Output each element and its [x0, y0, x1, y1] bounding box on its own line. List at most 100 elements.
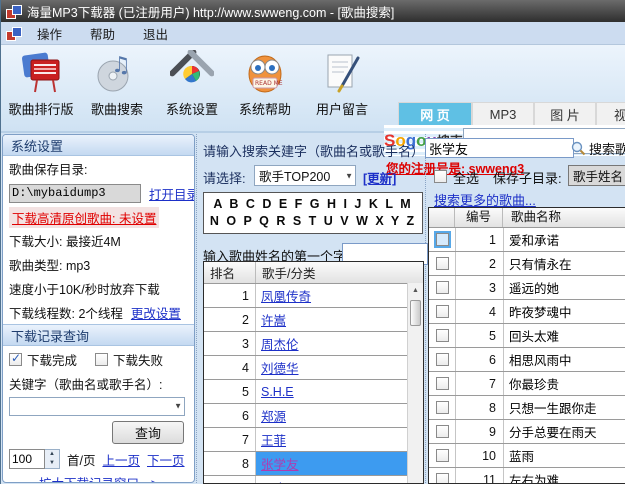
song-name[interactable]: 你最珍贵 — [504, 374, 625, 393]
artist-link[interactable]: 刘德华 — [261, 362, 299, 376]
artist-rank: 6 — [204, 404, 256, 427]
song-name[interactable]: 爱和承诺 — [504, 230, 625, 249]
select-all-label: 全选 — [453, 171, 480, 186]
menu-help[interactable]: 帮助 — [78, 22, 127, 45]
page-size-input[interactable] — [9, 449, 45, 469]
artist-link[interactable]: Lady GaGa — [261, 481, 325, 484]
song-table-header: 编号 歌曲名称 — [429, 208, 625, 228]
settings-sidebar: 系统设置 歌曲保存目录: 打开目录 下载高清原创歌曲: 未设置 下载大小: 最接… — [2, 134, 195, 483]
sogou-tab-mp3[interactable]: MP3 — [472, 102, 534, 125]
change-settings-link[interactable]: 更改设置 — [131, 303, 181, 322]
song-checkbox[interactable] — [435, 305, 449, 318]
artist-scrollbar[interactable]: ▲ — [407, 283, 423, 483]
save-dir-label: 歌曲保存目录: — [9, 162, 88, 177]
song-checkbox[interactable] — [435, 377, 449, 390]
scrollbar-thumb[interactable] — [410, 300, 421, 326]
search-songs-button[interactable]: 搜索歌曲 — [571, 137, 625, 159]
sogou-tab-image[interactable]: 图 片 — [534, 102, 596, 125]
song-no: 2 — [456, 252, 504, 275]
download-failed-checkbox[interactable] — [95, 352, 109, 366]
spin-down-icon[interactable]: ▼ — [45, 459, 59, 468]
save-dir-input[interactable] — [9, 183, 141, 203]
magnifier-icon — [571, 141, 586, 155]
song-checkbox[interactable] — [435, 449, 449, 462]
download-complete-label: 下载完成 — [27, 353, 78, 368]
artist-top-combo[interactable]: 歌手TOP200 ▼ — [254, 165, 356, 186]
song-checkbox[interactable] — [435, 473, 449, 483]
song-name[interactable]: 遥远的她 — [504, 278, 625, 297]
record-keyword-combo[interactable]: ▼ — [9, 396, 185, 416]
artist-row: 3 周杰伦 — [204, 332, 408, 356]
artist-link[interactable]: 王菲 — [261, 434, 286, 448]
panel-splitter-left[interactable] — [196, 134, 201, 483]
artist-row: 7 王菲 — [204, 428, 408, 452]
song-type-text: 歌曲类型: mp3 — [9, 258, 91, 273]
artist-link[interactable]: 周杰伦 — [261, 338, 299, 352]
search-songs-label: 搜索歌曲 — [589, 141, 625, 157]
artist-link[interactable]: 许嵩 — [261, 314, 286, 328]
prev-page-link[interactable]: 上一页 — [102, 450, 140, 469]
song-checkbox[interactable] — [433, 231, 451, 248]
song-name[interactable]: 分手总要在雨天 — [504, 422, 625, 441]
subdir-combo[interactable]: 歌手姓名 — [568, 165, 625, 186]
song-name[interactable]: 昨夜梦魂中 — [504, 302, 625, 321]
song-name-header: 歌曲名称 — [511, 210, 562, 224]
song-name[interactable]: 蓝雨 — [504, 446, 625, 465]
song-checkbox[interactable] — [435, 257, 449, 270]
artist-link[interactable]: 张学友 — [261, 454, 299, 473]
hd-download-link[interactable]: 下载高清原创歌曲: 未设置 — [9, 206, 160, 228]
song-no: 6 — [456, 348, 504, 371]
open-dir-link[interactable]: 打开目录 — [149, 184, 194, 203]
sogou-tab-video[interactable]: 视频 — [596, 102, 625, 125]
menu-exit[interactable]: 退出 — [131, 22, 180, 45]
letters-row-2[interactable]: N O P Q R S T U V W X Y Z — [204, 213, 422, 230]
toolbar-song-search[interactable]: ♫ 歌曲搜索 — [81, 49, 153, 129]
song-row: 1 爱和承诺 — [429, 228, 625, 252]
toolbar-song-ranking[interactable]: 歌曲排行版 — [5, 49, 77, 129]
song-row: 3 遥远的她 — [429, 276, 625, 300]
artist-row: 1 凤凰传奇 — [204, 284, 408, 308]
title-bar[interactable]: 海量MP3下载器 (已注册用户) http://www.swweng.com -… — [1, 0, 625, 22]
artist-link[interactable]: S.H.E — [261, 385, 294, 399]
chevron-down-icon: ▼ — [174, 401, 182, 411]
song-name[interactable]: 只有情永在 — [504, 254, 625, 273]
song-checkbox[interactable] — [435, 401, 449, 414]
page-size-stepper[interactable]: ▲▼ — [9, 449, 60, 469]
spin-up-icon[interactable]: ▲ — [45, 450, 59, 459]
select-all-checkbox[interactable] — [434, 170, 447, 183]
song-checkbox[interactable] — [435, 329, 449, 342]
threads-text: 下载线程数: 2个线程 — [9, 306, 123, 321]
song-name[interactable]: 回头太难 — [504, 326, 625, 345]
search-keyword-input[interactable] — [425, 138, 574, 158]
letters-row-1[interactable]: A B C D E F G H I J K L M — [204, 196, 422, 213]
update-link[interactable]: [更新] — [363, 168, 396, 187]
menu-operate[interactable]: 操作 — [25, 22, 74, 45]
download-complete-checkbox[interactable] — [9, 351, 22, 366]
toolbar-label: 歌曲排行版 — [8, 102, 74, 117]
subdir-label: 保存子目录: — [493, 171, 562, 186]
toolbar-user-message[interactable]: 用户留言 — [306, 49, 378, 129]
toolbar-label: 系统设置 — [165, 102, 218, 117]
sogou-tab-web[interactable]: 网 页 — [398, 102, 472, 125]
song-checkbox[interactable] — [435, 425, 449, 438]
per-page-label: 首/页 — [67, 453, 96, 468]
artist-top-combo-value: 歌手TOP200 — [259, 170, 331, 184]
song-name[interactable]: 只想一生跟你走 — [504, 398, 625, 417]
toolbar-system-settings[interactable]: 系统设置 — [156, 49, 228, 129]
next-page-link[interactable]: 下一页 — [147, 450, 185, 469]
artist-link[interactable]: 郑源 — [261, 410, 286, 424]
query-button[interactable]: 查询 — [112, 420, 184, 444]
song-checkbox[interactable] — [435, 281, 449, 294]
song-no: 9 — [456, 420, 504, 443]
scroll-up-icon[interactable]: ▲ — [408, 283, 423, 298]
song-no: 3 — [456, 276, 504, 299]
toolbar-label: 用户留言 — [315, 102, 368, 117]
song-checkbox[interactable] — [435, 353, 449, 366]
song-name[interactable]: 左右为难 — [504, 470, 625, 483]
song-name[interactable]: 相思风雨中 — [504, 350, 625, 369]
song-search-icon: ♫ — [95, 49, 139, 97]
artist-rank-header: 排名 — [204, 262, 256, 283]
artist-link[interactable]: 凤凰传奇 — [261, 290, 311, 304]
toolbar-system-help[interactable]: READ ME 系统帮助 — [229, 49, 301, 129]
expand-records-link[interactable]: 扩大下载记录窗口 --> — [39, 473, 158, 483]
